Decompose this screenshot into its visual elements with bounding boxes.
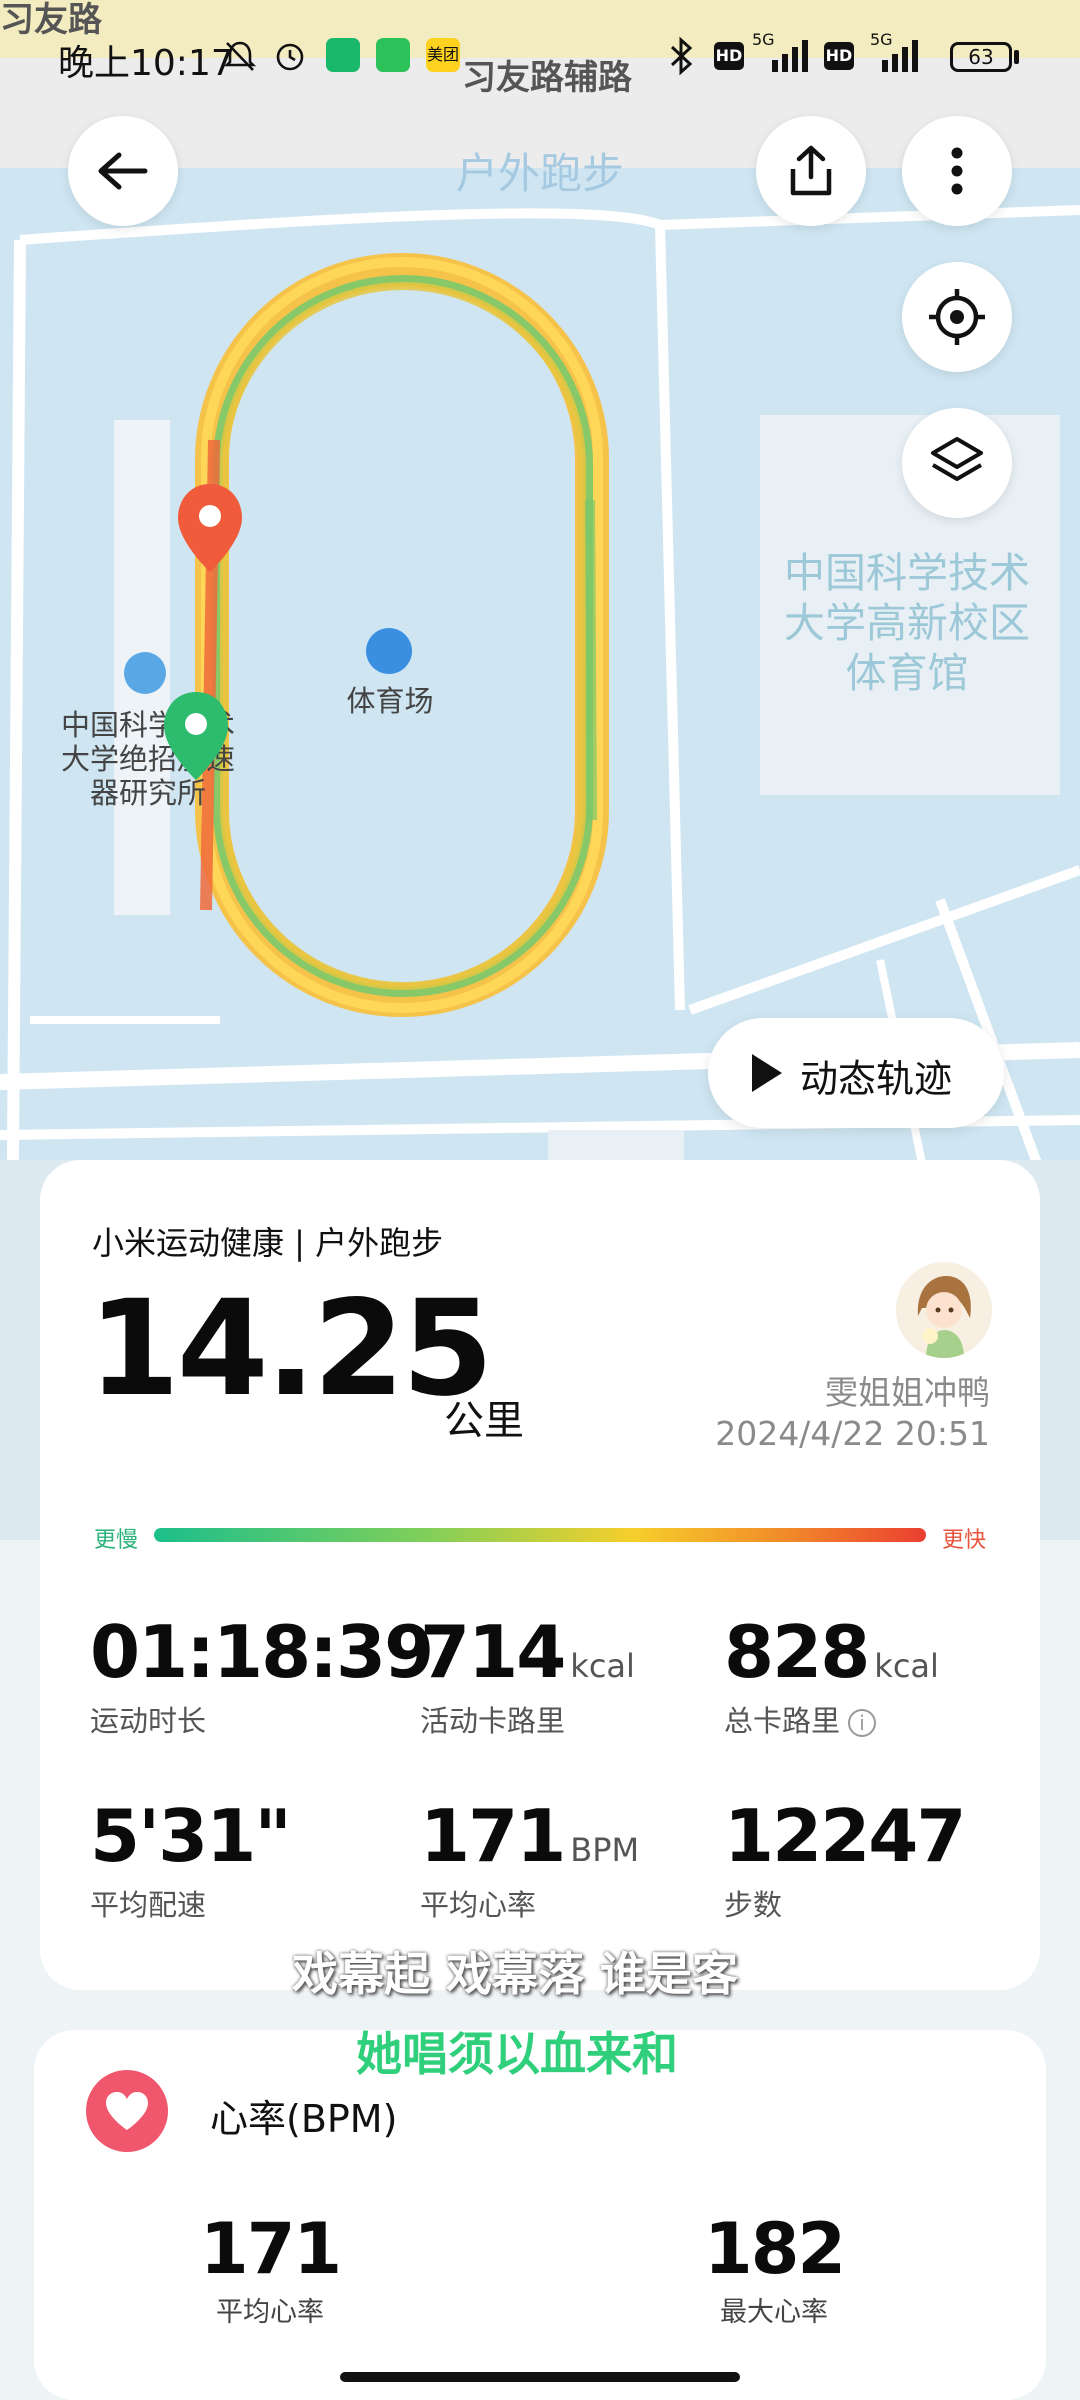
hr-average-value: 171 <box>200 2208 342 2290</box>
stat-avg-pace: 5'31" 平均配速 <box>90 1794 292 1924</box>
stat-steps: 12247 步数 <box>724 1794 966 1924</box>
stat-total-calories-unit: kcal <box>874 1647 939 1685</box>
stat-duration: 01:18:39 运动时长 <box>90 1610 434 1740</box>
status-bar: 晚上10:17 美团 HD 5G HD 5G 63 <box>0 0 1080 110</box>
lyric-line-2: 她唱须以血来和 <box>356 2027 678 2081</box>
meituan-app-icon: 美团 <box>426 38 460 72</box>
bluetooth-icon <box>670 36 693 76</box>
heart-rate-card[interactable]: 心率(BPM) 171 平均心率 182 最大心率 <box>34 2030 1046 2400</box>
stat-total-calories-value: 828 <box>724 1610 870 1694</box>
battery-indicator: 63 <box>950 42 1012 72</box>
back-arrow-icon <box>98 152 148 190</box>
mute-bell-icon <box>223 41 257 71</box>
battery-tip <box>1014 50 1019 64</box>
stat-duration-label: 运动时长 <box>90 1704 207 1738</box>
stat-active-calories-unit: kcal <box>570 1647 635 1685</box>
lyric-line-1: 戏幕起 戏幕落 谁是客 <box>292 1947 739 2001</box>
stadium-label: 体育场 <box>346 684 434 718</box>
hd-badge-2: HD <box>824 42 854 70</box>
security-app-icon <box>326 38 360 72</box>
app-source-label: 小米运动健康 | 户外跑步 <box>92 1224 444 1262</box>
hd-badge-1: HD <box>714 42 744 70</box>
layers-icon <box>931 437 983 481</box>
stadium-poi-icon[interactable] <box>366 628 412 674</box>
signal-icon-2 <box>882 40 918 72</box>
hr-max-label: 最大心率 <box>720 2297 828 2328</box>
stat-active-calories-value: 714 <box>420 1610 566 1694</box>
stat-avg-heart-rate-unit: BPM <box>570 1831 640 1869</box>
map-layers-button[interactable] <box>902 408 1012 518</box>
stat-avg-heart-rate-label: 平均心率 <box>420 1888 537 1922</box>
stat-total-calories: 828 kcal 总卡路里 i <box>724 1610 939 1740</box>
workout-summary-card: 小米运动健康 | 户外跑步 14.25 公里 雯姐姐冲鸭 2024/4/22 2… <box>40 1160 1040 1990</box>
wechat-app-icon <box>376 38 410 72</box>
hr-max-value: 182 <box>704 2208 846 2290</box>
share-icon <box>790 145 832 196</box>
alarm-icon <box>276 43 304 71</box>
hr-max: 182 最大心率 <box>704 2208 846 2329</box>
heart-icon-badge <box>86 2070 168 2152</box>
dynamic-track-label: 动态轨迹 <box>800 1057 953 1101</box>
hr-average: 171 平均心率 <box>200 2208 342 2329</box>
workout-datetime: 2024/4/22 20:51 <box>715 1414 990 1453</box>
stat-total-calories-label: 总卡路里 <box>724 1704 841 1738</box>
info-icon[interactable]: i <box>848 1709 877 1737</box>
stat-active-calories: 714 kcal 活动卡路里 <box>420 1610 635 1740</box>
gym-label: 中国科学技术大学高新校区体育馆 <box>784 549 1030 697</box>
user-name: 雯姐姐冲鸭 <box>825 1373 990 1412</box>
locate-button[interactable] <box>902 262 1012 372</box>
stat-active-calories-label: 活动卡路里 <box>420 1704 566 1738</box>
more-button[interactable] <box>902 116 1012 226</box>
hr-average-label: 平均心率 <box>216 2297 324 2328</box>
dynamic-track-button[interactable]: 动态轨迹 <box>708 1018 1004 1128</box>
page-title: 户外跑步 <box>455 149 624 198</box>
more-vertical-icon <box>951 147 963 195</box>
heart-rate-title: 心率(BPM) <box>210 2097 398 2141</box>
locate-target-icon <box>929 289 985 345</box>
stat-avg-heart-rate-value: 171 <box>420 1794 566 1878</box>
pace-fast-label: 更快 <box>941 1528 986 1553</box>
play-icon <box>752 1054 782 1092</box>
share-button[interactable] <box>756 116 866 226</box>
stat-steps-value: 12247 <box>724 1794 966 1878</box>
stat-duration-value: 01:18:39 <box>90 1610 434 1694</box>
end-pin-icon <box>178 484 242 572</box>
home-indicator[interactable] <box>340 2372 740 2382</box>
avatar[interactable] <box>896 1262 992 1358</box>
stat-avg-pace-label: 平均配速 <box>90 1888 207 1922</box>
heart-icon <box>106 2092 148 2130</box>
stat-steps-label: 步数 <box>724 1888 783 1922</box>
stat-avg-pace-value: 5'31" <box>90 1794 292 1878</box>
avatar-illustration <box>896 1262 992 1358</box>
pace-slow-label: 更慢 <box>94 1528 139 1553</box>
signal-icon-1 <box>772 40 808 72</box>
pace-gradient-bar <box>154 1528 926 1542</box>
stat-avg-heart-rate: 171 BPM 平均心率 <box>420 1794 639 1924</box>
status-time: 晚上10:17 <box>58 43 234 84</box>
back-button[interactable] <box>68 116 178 226</box>
distance-value: 14.25 <box>88 1272 494 1426</box>
distance-unit: 公里 <box>444 1398 524 1444</box>
start-pin-icon <box>164 692 228 780</box>
